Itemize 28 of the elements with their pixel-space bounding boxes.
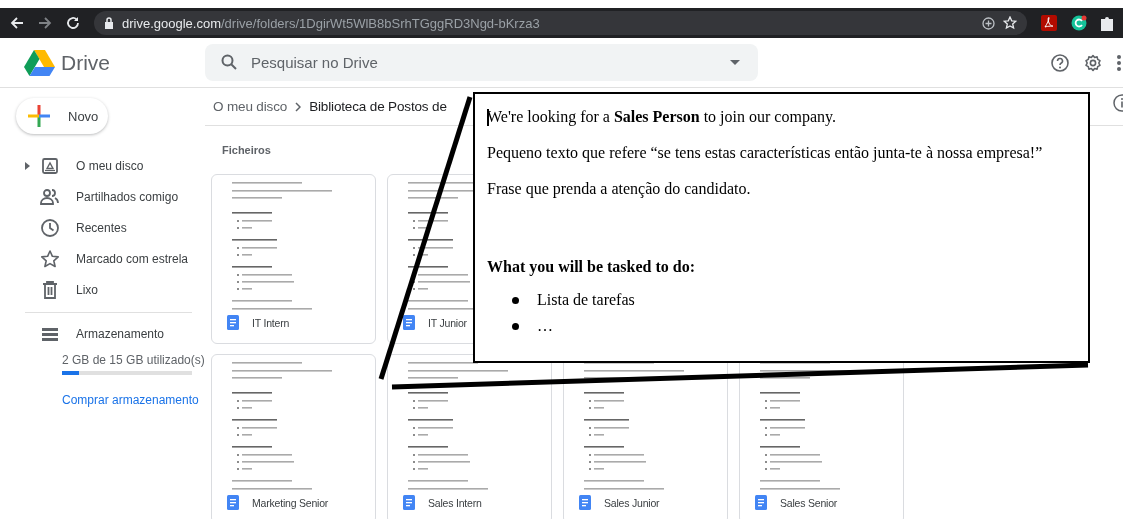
file-name: IT Junior bbox=[428, 316, 467, 329]
storage-usage: 2 GB de 15 GB utilizado(s) bbox=[62, 353, 205, 367]
file-name: Sales Senior bbox=[780, 496, 838, 509]
search-field[interactable]: Pesquisar no Drive bbox=[205, 44, 758, 81]
buy-storage-link[interactable]: Comprar armazenamento bbox=[62, 393, 199, 407]
file-card[interactable]: Sales Intern bbox=[387, 354, 552, 519]
section-title: Ficheiros bbox=[222, 144, 271, 156]
sidebar-item[interactable]: Armazenamento bbox=[76, 327, 165, 341]
breadcrumb-item[interactable]: Biblioteca de Postos de bbox=[309, 99, 447, 114]
app-name: Drive bbox=[61, 50, 110, 75]
file-name: Sales Intern bbox=[428, 496, 482, 509]
url-text: drive.google.com/drive/folders/1DgirWt5WlB8bSrhTGggRD3Ngd-bKrza3 bbox=[122, 15, 540, 31]
file-name: IT Intern bbox=[252, 316, 290, 329]
sidebar-item[interactable]: Partilhados comigo bbox=[76, 189, 179, 204]
new-button[interactable]: Novo bbox=[16, 98, 108, 134]
sidebar-item[interactable]: Marcado com estrela bbox=[76, 251, 189, 266]
breadcrumb-item[interactable]: O meu disco bbox=[213, 99, 288, 114]
list-item: … bbox=[537, 317, 553, 335]
sidebar-item[interactable]: Recentes bbox=[76, 220, 127, 235]
file-name: Sales Junior bbox=[604, 496, 660, 509]
sidebar-item[interactable]: Lixo bbox=[76, 282, 98, 297]
address-bar[interactable]: drive.google.com/drive/folders/1DgirWt5WlB8bSrhTGggRD3Ngd-bKrza3 bbox=[94, 11, 1027, 35]
document-paragraph: We're looking for a Sales Person to join our company. bbox=[487, 108, 837, 126]
sidebar-item[interactable]: O meu disco bbox=[76, 158, 144, 173]
file-card[interactable]: IT Intern bbox=[211, 174, 376, 344]
document-paragraph: Pequeno texto que refere “se tens estas características então junta-te à nossa empresa!” bbox=[487, 144, 1044, 162]
file-name: Marketing Senior bbox=[252, 496, 329, 509]
file-card[interactable]: Marketing Senior bbox=[211, 354, 376, 519]
